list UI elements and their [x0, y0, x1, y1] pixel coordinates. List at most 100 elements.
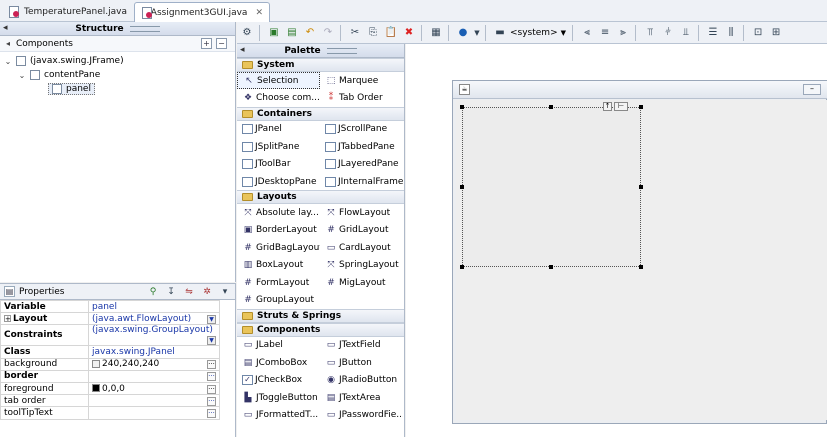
palette-category-system[interactable]: System	[237, 58, 404, 72]
palette-category-containers[interactable]: Containers	[237, 106, 404, 121]
look-and-feel-dropdown-icon[interactable]: ▼	[561, 29, 566, 37]
property-value[interactable]: (java.awt.FlowLayout) ▼	[88, 312, 220, 326]
resize-handle[interactable]	[460, 185, 464, 189]
property-row[interactable]: tab order ···	[0, 394, 220, 408]
palette-item-borderlayout[interactable]: ▣ BorderLayout	[237, 222, 320, 239]
palette-item-jtogglebutton[interactable]: ▙ JToggleButton	[237, 389, 320, 406]
redo-icon[interactable]: ↷	[320, 25, 336, 41]
undo-icon[interactable]: ↶	[302, 25, 318, 41]
restore-default-icon[interactable]: ✲	[201, 284, 213, 300]
ellipsis-button[interactable]: ···	[207, 372, 216, 382]
move-arrow-icon[interactable]: ↑	[603, 102, 612, 111]
collapse-arrow-icon[interactable]: ◂	[4, 39, 12, 48]
tree-node-panel[interactable]: panel	[0, 82, 235, 96]
align-top-icon[interactable]: ⫪	[642, 25, 658, 41]
palette-item-jbutton[interactable]: ▭ JButton	[320, 354, 403, 371]
drag-grip-icon[interactable]	[129, 25, 160, 32]
palette-item-absolute-layout[interactable]: ⤧ Absolute lay...	[237, 204, 320, 221]
property-value[interactable]: (javax.swing.GroupLayout) ▼	[88, 324, 220, 347]
palette-item-flowlayout[interactable]: ⤧ FlowLayout	[320, 204, 403, 221]
look-and-feel-icon[interactable]: ▬	[492, 25, 508, 41]
palette-item-marquee[interactable]: ⬚ Marquee	[320, 72, 403, 89]
show-events-icon[interactable]: ⚲	[147, 284, 159, 300]
palette-item-cardlayout[interactable]: ▭ CardLayout	[320, 239, 403, 256]
property-row[interactable]: + Layout (java.awt.FlowLayout) ▼	[0, 312, 220, 326]
align-left-icon[interactable]: ⫷	[579, 25, 595, 41]
expand-plus-icon[interactable]: +	[4, 314, 11, 322]
same-width-icon[interactable]: ☰	[705, 25, 721, 41]
palette-item-jsplitpane[interactable]: JSplitPane	[237, 138, 320, 155]
ellipsis-button[interactable]: ···	[207, 396, 216, 406]
palette-item-jformattedtextfield[interactable]: ▭ JFormattedT...	[237, 406, 320, 423]
resize-handle[interactable]	[639, 265, 643, 269]
tab-temperature-panel[interactable]: TemperaturePanel.java	[2, 2, 133, 22]
expanded-chevron-icon[interactable]: ⌄	[4, 57, 12, 66]
palette-item-jscrollpane[interactable]: JScrollPane	[320, 121, 403, 138]
palette-item-boxlayout[interactable]: ▥ BoxLayout	[237, 257, 320, 274]
property-value[interactable]: panel	[88, 299, 220, 314]
collapse-all-icon[interactable]: −	[216, 38, 227, 49]
resize-handle[interactable]	[549, 105, 553, 109]
palette-item-choose-component[interactable]: ❖ Choose com...	[237, 89, 320, 106]
minimize-icon[interactable]: –	[803, 84, 821, 95]
palette-item-jcheckbox[interactable]: ✓ JCheckBox	[237, 371, 320, 388]
look-and-feel-selector[interactable]: <system> ▼	[508, 28, 568, 38]
selected-tree-item[interactable]: panel	[48, 83, 95, 95]
palette-item-gridbaglayout[interactable]: # GridBagLayout	[237, 239, 320, 256]
collapse-left-icon[interactable]: ◂	[240, 45, 245, 55]
resize-handle[interactable]	[460, 105, 464, 109]
layout-hint-icon[interactable]: ⊢	[614, 102, 628, 111]
property-row[interactable]: background 240,240,240 ···	[0, 357, 220, 371]
palette-item-selection[interactable]: ↖ Selection	[237, 72, 320, 90]
property-row[interactable]: border ···	[0, 369, 220, 383]
globe-icon[interactable]: ●	[455, 25, 471, 41]
palette-category-components[interactable]: Components	[237, 322, 404, 337]
palette-item-jdesktoppane[interactable]: JDesktopPane	[237, 173, 320, 190]
same-height-icon[interactable]: ⫼	[723, 25, 739, 41]
align-right-icon[interactable]: ⫸	[615, 25, 631, 41]
property-value[interactable]: ···	[88, 369, 220, 383]
paste-icon[interactable]: 📋	[383, 25, 399, 41]
cut-icon[interactable]: ✂	[347, 25, 363, 41]
dropdown-arrow-icon[interactable]: ▼	[207, 336, 216, 345]
collapse-left-icon[interactable]: ◂	[3, 23, 8, 33]
resize-handle[interactable]	[460, 265, 464, 269]
palette-item-springlayout[interactable]: ⤧ SpringLayout	[320, 257, 403, 274]
property-value[interactable]: ···	[88, 394, 220, 408]
palette-item-jtextarea[interactable]: ▤ JTextArea	[320, 389, 403, 406]
palette-item-jtabbedpane[interactable]: JTabbedPane	[320, 138, 403, 155]
property-row[interactable]: toolTipText ···	[0, 406, 220, 420]
drag-grip-icon[interactable]	[326, 47, 357, 54]
palette-item-tab-order[interactable]: ⁑ Tab Order	[320, 89, 403, 106]
layout-assistant-icon[interactable]: ▦	[428, 25, 444, 41]
menu-icon[interactable]: ▾	[219, 284, 231, 300]
palette-item-jpasswordfield[interactable]: ▭ JPasswordFie...	[320, 406, 403, 423]
dropdown-arrow-icon[interactable]: ▼	[207, 314, 216, 324]
selected-panel[interactable]	[462, 107, 641, 267]
palette-category-layouts[interactable]: Layouts	[237, 190, 404, 205]
externalize-strings-icon[interactable]: ▤	[284, 25, 300, 41]
align-bottom-icon[interactable]: ⫫	[678, 25, 694, 41]
close-tab-icon[interactable]: ✕	[255, 8, 263, 18]
preview-icon[interactable]: ▣	[266, 25, 282, 41]
ellipsis-button[interactable]: ···	[207, 408, 216, 418]
tab-assignment3gui[interactable]: *Assignment3GUI.java ✕	[134, 2, 270, 22]
ellipsis-button[interactable]: ···	[207, 360, 216, 370]
convert-local-icon[interactable]: ⇋	[183, 284, 195, 300]
palette-item-jpanel[interactable]: JPanel	[237, 121, 320, 138]
property-row[interactable]: Class javax.swing.JPanel	[0, 345, 220, 359]
center-horizontal-icon[interactable]: ⊡	[750, 25, 766, 41]
test-gui-icon[interactable]: ⚙	[239, 25, 255, 41]
resize-handle[interactable]	[549, 265, 553, 269]
palette-item-jcombobox[interactable]: ▤ JComboBox	[237, 354, 320, 371]
palette-item-jradiobutton[interactable]: ◉ JRadioButton	[320, 371, 403, 388]
resize-handle[interactable]	[639, 105, 643, 109]
palette-item-jinternalframe[interactable]: JInternalFrame	[320, 173, 403, 190]
palette-item-miglayout[interactable]: # MigLayout	[320, 274, 403, 291]
palette-item-jtoolbar[interactable]: JToolBar	[237, 156, 320, 173]
align-middle-icon[interactable]: ⫩	[660, 25, 676, 41]
palette-category-struts-springs[interactable]: Struts & Springs	[237, 308, 404, 323]
palette-item-jlabel[interactable]: ▭ JLabel	[237, 337, 320, 354]
palette-item-jlayeredpane[interactable]: JLayeredPane	[320, 156, 403, 173]
center-vertical-icon[interactable]: ⊞	[768, 25, 784, 41]
